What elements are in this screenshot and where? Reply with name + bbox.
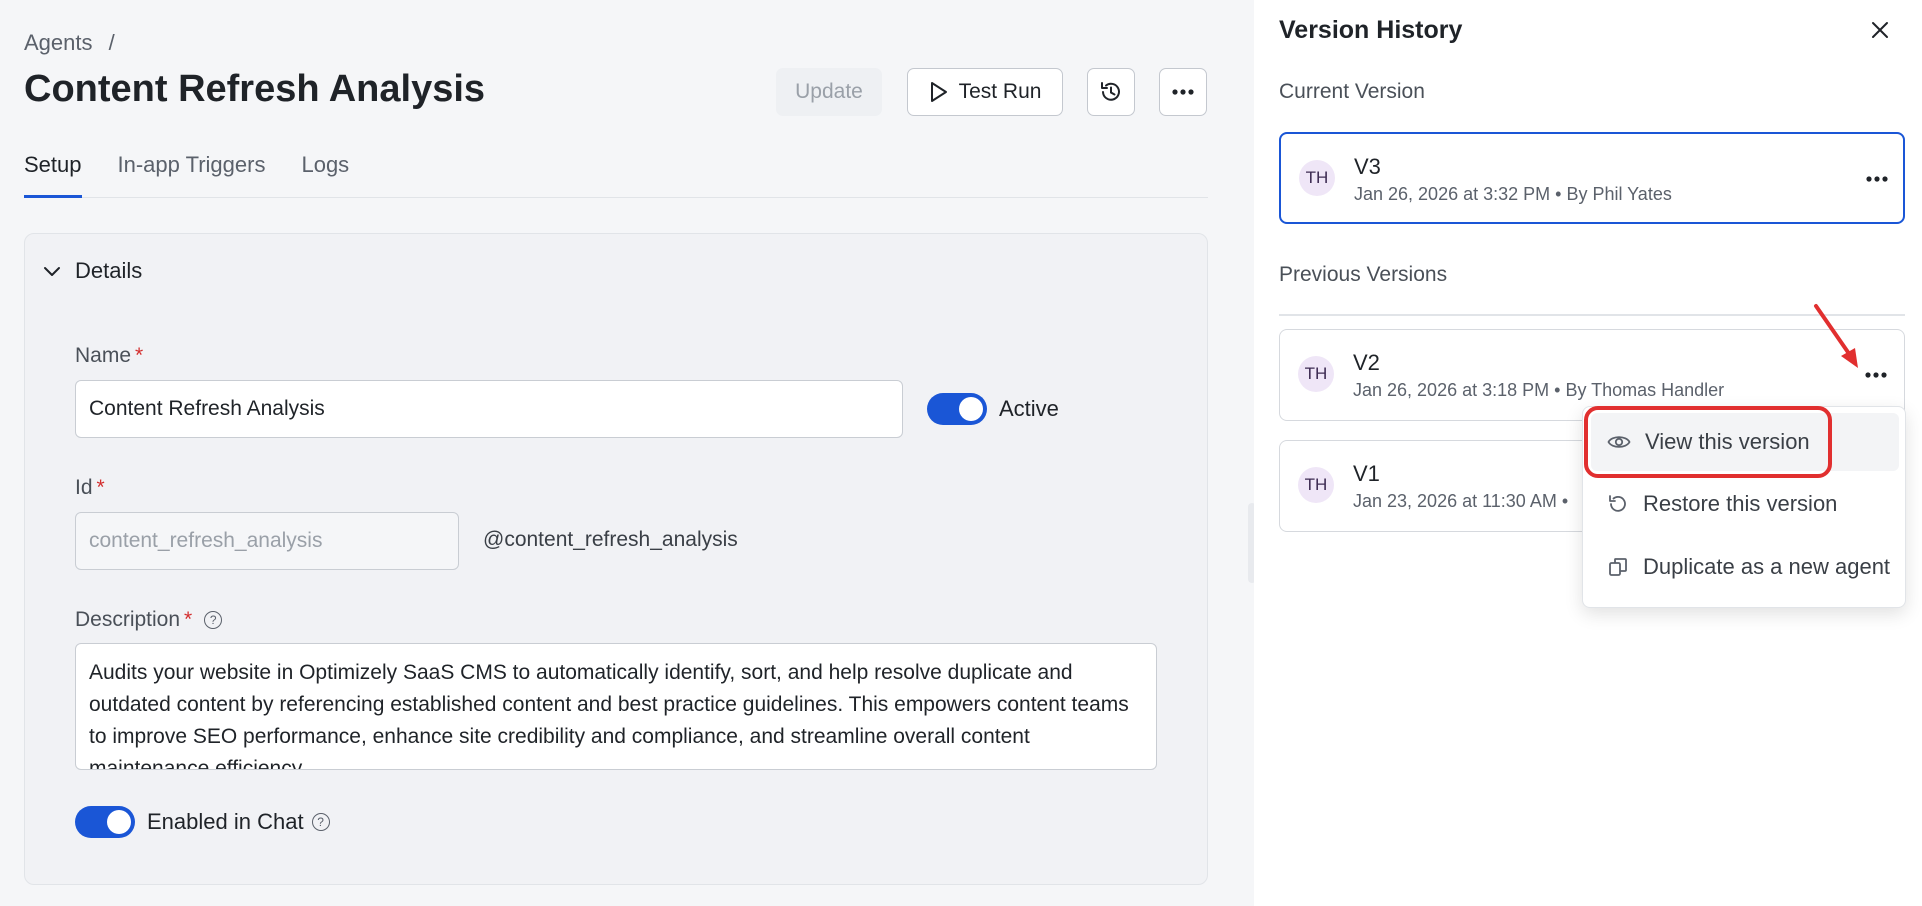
- history-icon: [1101, 82, 1120, 101]
- menu-item-label: Restore this version: [1643, 491, 1838, 516]
- avatar: TH: [1298, 467, 1334, 503]
- enabled-in-chat-toggle[interactable]: [75, 806, 135, 838]
- more-options-button[interactable]: [1159, 68, 1207, 116]
- previous-versions-label: Previous Versions: [1279, 263, 1448, 286]
- version-number: V2: [1353, 350, 1380, 375]
- panel-title: Version History: [1279, 16, 1463, 44]
- tab-logs[interactable]: Logs: [301, 150, 349, 198]
- agent-editor: Agents / Content Refresh Analysis Update…: [0, 0, 1252, 906]
- current-version-label: Current Version: [1279, 80, 1425, 103]
- id-label-text: Id: [75, 476, 93, 499]
- tab-bar: Setup In-app Triggers Logs: [24, 150, 1208, 198]
- name-field[interactable]: Content Refresh Analysis: [75, 380, 903, 438]
- breadcrumb: Agents /: [24, 30, 115, 56]
- menu-item-label: View this version: [1645, 429, 1810, 454]
- page-title: Content Refresh Analysis: [24, 68, 486, 110]
- id-field-value: content_refresh_analysis: [89, 529, 323, 552]
- tab-setup[interactable]: Setup: [24, 150, 82, 198]
- avatar: TH: [1298, 356, 1334, 392]
- required-mark: *: [184, 608, 193, 631]
- more-horizontal-icon: [1172, 89, 1194, 95]
- details-toggle[interactable]: Details: [43, 258, 142, 284]
- tab-in-app-triggers[interactable]: In-app Triggers: [118, 150, 266, 198]
- test-run-button[interactable]: Test Run: [907, 68, 1063, 116]
- current-version-card: TH V3 Jan 26, 2026 at 3:32 PM • By Phil …: [1279, 132, 1905, 224]
- description-textarea[interactable]: Audits your website in Optimizely SaaS C…: [75, 643, 1157, 770]
- version-meta: Jan 23, 2026 at 11:30 AM •: [1353, 491, 1569, 511]
- breadcrumb-separator: /: [108, 30, 115, 55]
- eye-icon: [1607, 436, 1631, 448]
- active-toggle[interactable]: [927, 393, 987, 425]
- name-label: Name *: [75, 344, 143, 368]
- avatar: TH: [1299, 160, 1335, 196]
- id-label: Id *: [75, 476, 105, 500]
- details-heading: Details: [75, 258, 143, 283]
- version-meta: Jan 26, 2026 at 3:32 PM • By Phil Yates: [1354, 184, 1672, 204]
- description-value: Audits your website in Optimizely SaaS C…: [89, 661, 1129, 770]
- duplicate-as-new-agent-item[interactable]: Duplicate as a new agent: [1591, 538, 1899, 596]
- details-card: Details Name * Content Refresh Analysis …: [24, 233, 1208, 885]
- more-horizontal-icon[interactable]: [1865, 167, 1889, 191]
- play-icon: [930, 82, 947, 102]
- enabled-in-chat-label: Enabled in Chat: [147, 809, 304, 834]
- divider: [1279, 314, 1905, 316]
- version-meta: Jan 26, 2026 at 3:18 PM • By Thomas Hand…: [1353, 380, 1725, 400]
- name-field-value: Content Refresh Analysis: [89, 397, 325, 420]
- version-context-menu: View this version Restore this version D…: [1582, 406, 1906, 608]
- version-number: V3: [1354, 154, 1381, 179]
- breadcrumb-agents-link[interactable]: Agents: [24, 30, 93, 55]
- id-field: content_refresh_analysis: [75, 512, 459, 570]
- help-icon[interactable]: ?: [311, 813, 330, 831]
- restore-this-version-item[interactable]: Restore this version: [1591, 475, 1899, 533]
- required-mark: *: [135, 344, 144, 367]
- update-button[interactable]: Update: [776, 68, 882, 116]
- enabled-in-chat-row: Enabled in Chat ?: [147, 809, 330, 835]
- description-label-text: Description: [75, 608, 181, 631]
- more-horizontal-icon[interactable]: [1864, 363, 1888, 387]
- menu-item-label: Duplicate as a new agent: [1643, 554, 1891, 579]
- help-icon[interactable]: ?: [204, 611, 223, 629]
- required-mark: *: [96, 476, 105, 499]
- name-label-text: Name: [75, 344, 132, 367]
- restore-icon: [1609, 495, 1626, 512]
- chevron-down-icon: [44, 267, 60, 276]
- view-this-version-item[interactable]: View this version: [1591, 413, 1899, 471]
- version-number: V1: [1353, 461, 1380, 486]
- version-history-button[interactable]: [1087, 68, 1135, 116]
- active-label: Active: [999, 396, 1059, 421]
- test-run-label: Test Run: [958, 80, 1042, 103]
- close-icon[interactable]: [1866, 16, 1894, 44]
- duplicate-icon: [1609, 558, 1627, 576]
- description-label: Description * ?: [75, 608, 223, 632]
- id-handle: @content_refresh_analysis: [483, 528, 738, 551]
